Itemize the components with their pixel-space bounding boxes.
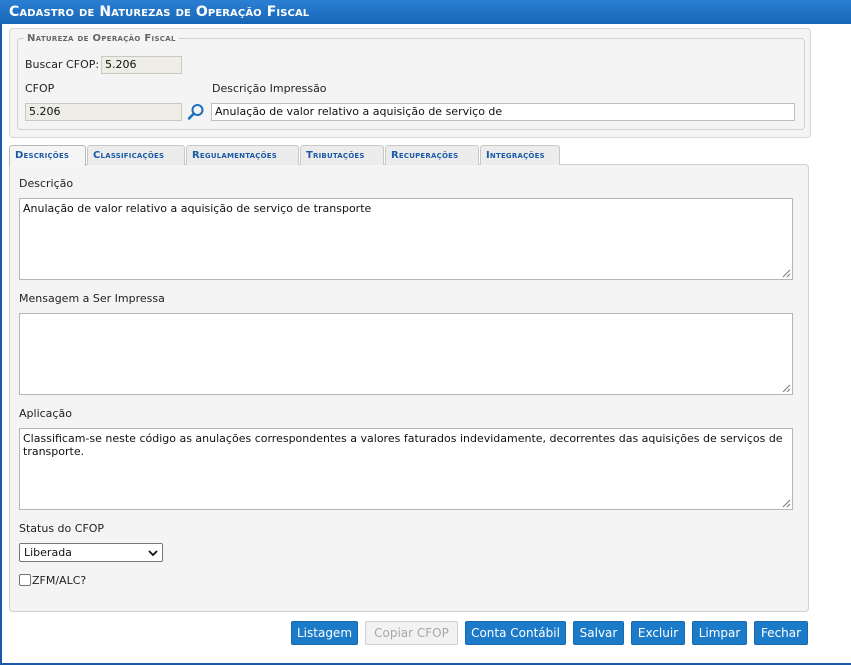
descricao-textarea[interactable]: Anulação de valor relativo a aquisição d…: [19, 198, 793, 280]
limpar-button[interactable]: Limpar: [692, 621, 747, 645]
print-description-input[interactable]: Anulação de valor relativo a aquisição d…: [211, 103, 795, 121]
zfm-alc-checkbox[interactable]: [19, 574, 31, 586]
zfm-alc-label: ZFM/ALC?: [32, 574, 87, 587]
resize-grip-icon[interactable]: [782, 269, 791, 278]
tab-descricoes[interactable]: Descrições: [9, 145, 86, 166]
mensagem-label: Mensagem a Ser Impressa: [19, 292, 165, 305]
fechar-button[interactable]: Fechar: [754, 621, 808, 645]
search-cfop-input[interactable]: 5.206: [101, 56, 182, 74]
window-title: Cadastro de Naturezas de Operação Fiscal: [0, 0, 851, 24]
resize-grip-icon[interactable]: [782, 499, 791, 508]
aplicacao-label: Aplicação: [19, 407, 72, 420]
copiar-cfop-button[interactable]: Copiar CFOP: [365, 621, 458, 645]
natureza-legend: Natureza de Operação Fiscal: [24, 33, 179, 44]
print-description-label: Descrição Impressão: [212, 82, 327, 95]
tab-regulamentacoes[interactable]: Regulamentações: [186, 145, 299, 165]
tab-classificacoes[interactable]: Classificações: [87, 145, 185, 165]
tab-tributacoes[interactable]: Tributações: [300, 145, 384, 165]
tab-recuperacoes[interactable]: Recuperações: [385, 145, 479, 165]
status-cfop-label: Status do CFOP: [19, 522, 105, 535]
aplicacao-textarea[interactable]: Classificam-se neste código as anulações…: [19, 428, 793, 510]
excluir-button[interactable]: Excluir: [631, 621, 685, 645]
cfop-label: CFOP: [25, 82, 55, 95]
descricao-text: Anulação de valor relativo a aquisição d…: [23, 202, 372, 215]
resize-grip-icon[interactable]: [782, 384, 791, 393]
mensagem-textarea[interactable]: [19, 313, 793, 395]
search-cfop-label: Buscar CFOP:: [25, 58, 100, 71]
search-icon[interactable]: [187, 103, 205, 121]
status-cfop-value: Liberada: [24, 546, 72, 559]
conta-contabil-button[interactable]: Conta Contábil: [465, 621, 566, 645]
aplicacao-text: Classificam-se neste código as anulações…: [23, 432, 783, 458]
tab-integracoes[interactable]: Integrações: [480, 145, 560, 165]
cfop-input[interactable]: 5.206: [25, 103, 182, 121]
salvar-button[interactable]: Salvar: [573, 621, 624, 645]
status-cfop-select[interactable]: Liberada: [19, 543, 163, 562]
listagem-button[interactable]: Listagem: [291, 621, 358, 645]
chevron-down-icon: [148, 550, 158, 557]
descricao-label: Descrição: [19, 177, 74, 190]
